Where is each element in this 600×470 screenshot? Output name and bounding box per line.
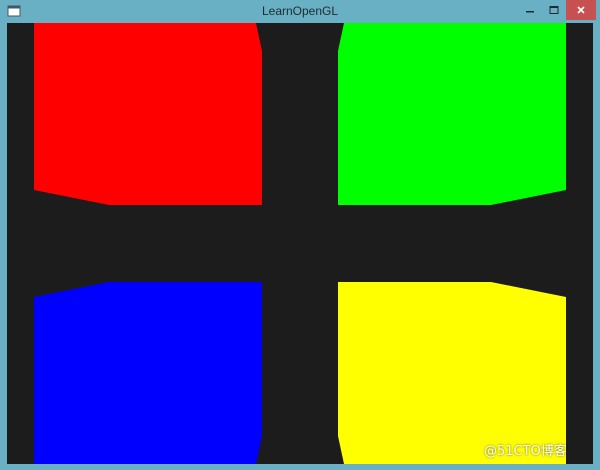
opengl-viewport[interactable] <box>7 23 593 464</box>
window-title: LearnOpenGL <box>261 4 339 18</box>
close-button[interactable] <box>566 0 596 20</box>
title-bar[interactable]: LearnOpenGL <box>0 0 600 22</box>
cube-blue <box>34 282 262 464</box>
minimize-icon <box>526 11 534 13</box>
cube-yellow <box>338 282 566 464</box>
maximize-icon <box>549 6 559 14</box>
close-icon <box>577 6 585 14</box>
app-window: LearnOpenGL @51CTO博客 <box>0 0 600 470</box>
maximize-button[interactable] <box>542 0 566 20</box>
scene-canvas <box>34 23 566 464</box>
cube-red <box>34 23 262 205</box>
cube-green <box>338 23 566 205</box>
minimize-button[interactable] <box>518 0 542 20</box>
watermark-text: @51CTO博客 <box>484 444 567 459</box>
